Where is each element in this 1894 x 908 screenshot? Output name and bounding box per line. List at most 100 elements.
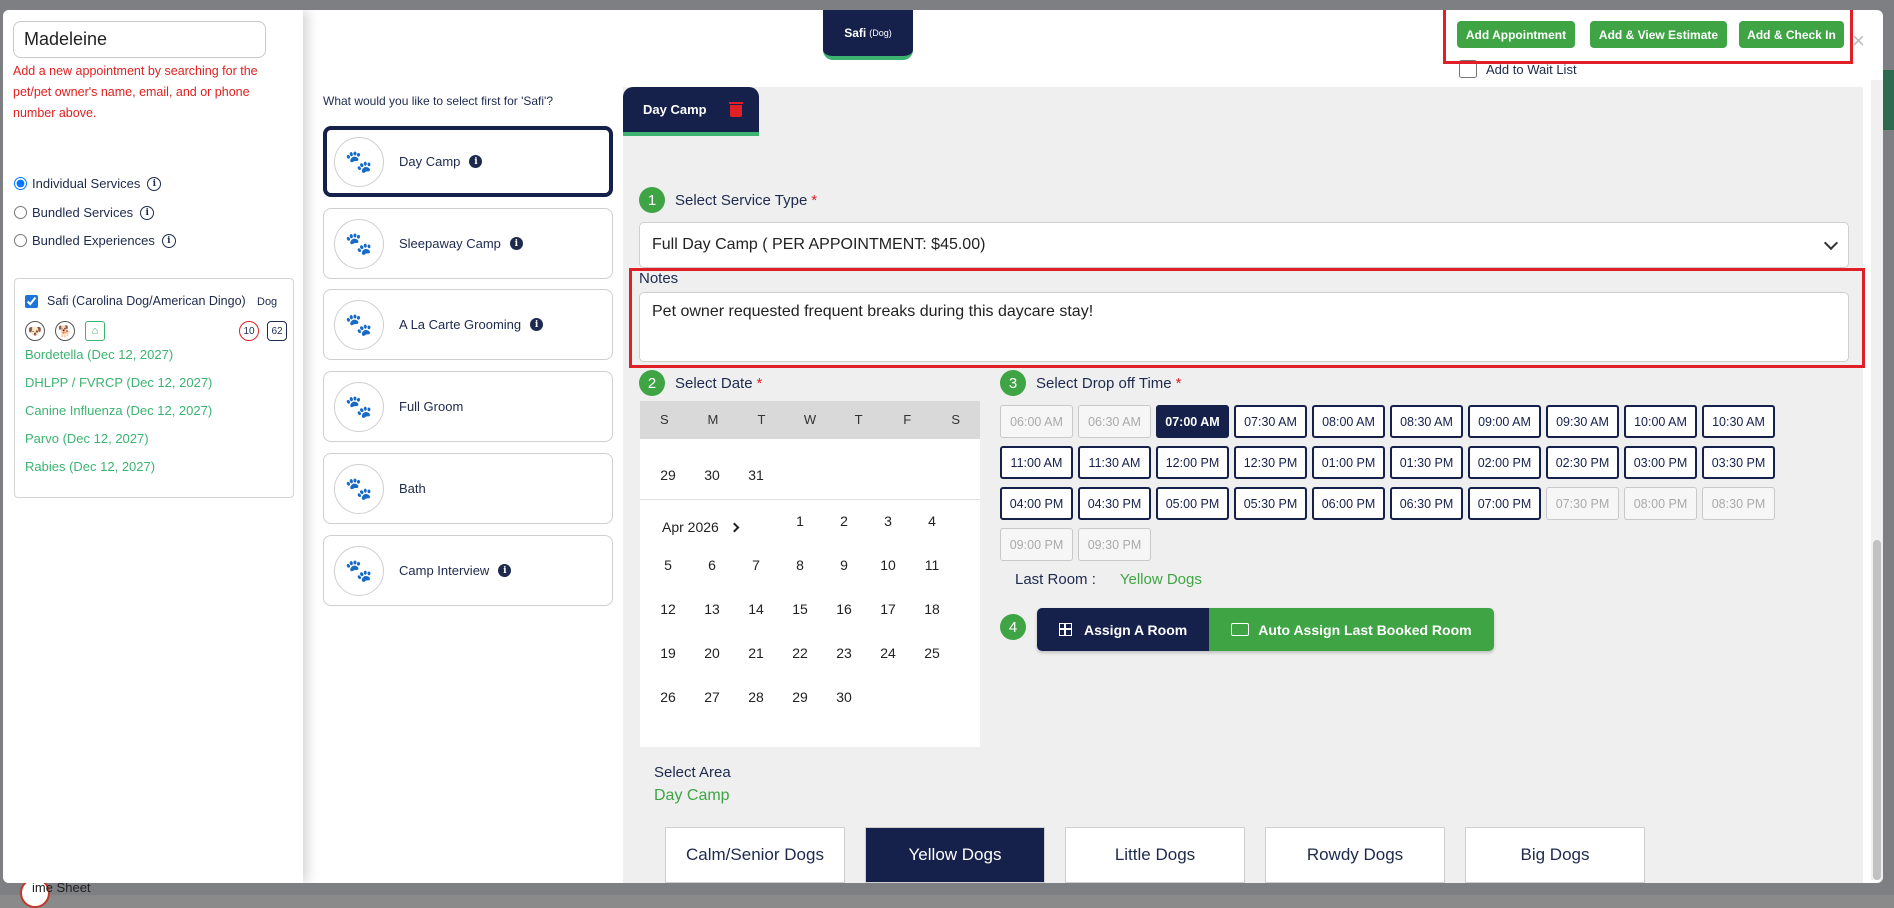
trash-icon[interactable] bbox=[728, 102, 743, 117]
calendar-day[interactable]: 30 bbox=[822, 675, 866, 719]
time-slot-button[interactable]: 01:00 PM bbox=[1312, 446, 1385, 479]
calendar-day[interactable]: 27 bbox=[690, 675, 734, 719]
time-slot-button[interactable]: 11:30 AM bbox=[1078, 446, 1151, 479]
mode-experiences-radio[interactable] bbox=[14, 234, 27, 247]
calendar-day[interactable]: 17 bbox=[866, 587, 910, 631]
time-slot-button[interactable]: 06:00 PM bbox=[1312, 487, 1385, 520]
calendar-day[interactable]: 29 bbox=[646, 453, 690, 497]
room-tab-little-dogs[interactable]: Little Dogs bbox=[1065, 827, 1245, 883]
mode-bundled-experiences[interactable]: Bundled Experiences i bbox=[14, 233, 176, 248]
service-day-camp[interactable]: 🐾 Day Camp i bbox=[323, 126, 613, 197]
calendar-day[interactable]: 14 bbox=[734, 587, 778, 631]
calendar-day[interactable]: 1 bbox=[778, 499, 822, 543]
time-slot-button[interactable]: 10:00 AM bbox=[1624, 405, 1697, 438]
calendar-day[interactable]: 28 bbox=[734, 675, 778, 719]
calendar-day[interactable]: 18 bbox=[910, 587, 954, 631]
service-bath[interactable]: 🐾 Bath bbox=[323, 453, 613, 524]
service-type-select[interactable]: Full Day Camp ( PER APPOINTMENT: $45.00) bbox=[639, 222, 1849, 268]
info-icon[interactable]: i bbox=[530, 318, 544, 331]
time-slot-button[interactable]: 04:30 PM bbox=[1078, 487, 1151, 520]
main-scrollbar[interactable] bbox=[1871, 80, 1883, 880]
time-slot-button[interactable]: 03:30 PM bbox=[1702, 446, 1775, 479]
time-slot-button[interactable]: 08:00 AM bbox=[1312, 405, 1385, 438]
calendar-day[interactable]: 7 bbox=[734, 543, 778, 587]
time-slot-button[interactable]: 11:00 AM bbox=[1000, 446, 1073, 479]
mode-individual-radio[interactable] bbox=[14, 177, 27, 190]
time-slot-button[interactable]: 09:30 AM bbox=[1546, 405, 1619, 438]
calendar-day[interactable]: 8 bbox=[778, 543, 822, 587]
info-icon[interactable]: i bbox=[509, 237, 523, 250]
scroll-thumb[interactable] bbox=[1873, 540, 1881, 880]
service-camp-interview[interactable]: 🐾 Camp Interview i bbox=[323, 535, 613, 606]
calendar-day[interactable]: 3 bbox=[866, 499, 910, 543]
calendar-day[interactable]: 6 bbox=[690, 543, 734, 587]
calendar-day[interactable]: 16 bbox=[822, 587, 866, 631]
calendar-day[interactable]: 30 bbox=[690, 453, 734, 497]
time-slot-button[interactable]: 06:30 PM bbox=[1390, 487, 1463, 520]
calendar-day[interactable]: 9 bbox=[822, 543, 866, 587]
calendar-day[interactable]: 4 bbox=[910, 499, 954, 543]
service-full-groom[interactable]: 🐾 Full Groom bbox=[323, 371, 613, 442]
wait-list-checkbox[interactable] bbox=[1459, 60, 1477, 78]
calendar-day[interactable]: 11 bbox=[910, 543, 954, 587]
mode-individual-services[interactable]: Individual Services i bbox=[14, 176, 162, 191]
info-icon[interactable]: i bbox=[161, 233, 176, 248]
time-slot-button[interactable]: 05:30 PM bbox=[1234, 487, 1307, 520]
assign-room-button[interactable]: Assign A Room bbox=[1037, 608, 1210, 651]
notes-textarea[interactable] bbox=[639, 292, 1849, 362]
pet-checkbox[interactable] bbox=[25, 294, 38, 308]
auto-assign-room-button[interactable]: Auto Assign Last Booked Room bbox=[1209, 608, 1494, 651]
room-tab-calm-senior[interactable]: Calm/Senior Dogs bbox=[665, 827, 845, 883]
time-slot-button[interactable]: 03:00 PM bbox=[1624, 446, 1697, 479]
pet-tab[interactable]: Safi (Dog) bbox=[823, 10, 913, 60]
service-tab-day-camp[interactable]: Day Camp bbox=[623, 87, 759, 136]
calendar-month[interactable]: Apr 2026 bbox=[662, 519, 740, 535]
calendar-day[interactable]: 20 bbox=[690, 631, 734, 675]
time-slot-button[interactable]: 08:30 AM bbox=[1390, 405, 1463, 438]
calendar-day[interactable]: 22 bbox=[778, 631, 822, 675]
calendar-day[interactable]: 12 bbox=[646, 587, 690, 631]
info-icon[interactable]: i bbox=[147, 176, 162, 191]
calendar-day[interactable]: 2 bbox=[822, 499, 866, 543]
time-slot-button[interactable]: 01:30 PM bbox=[1390, 446, 1463, 479]
time-slot-button[interactable]: 02:30 PM bbox=[1546, 446, 1619, 479]
time-slot-button[interactable]: 07:00 AM bbox=[1156, 405, 1229, 438]
pet-search-input[interactable] bbox=[13, 21, 266, 58]
service-a-la-carte-grooming[interactable]: 🐾 A La Carte Grooming i bbox=[323, 289, 613, 360]
pet-select[interactable]: Safi (Carolina Dog/American Dingo) bbox=[25, 294, 246, 308]
wait-list-toggle[interactable]: Add to Wait List bbox=[1459, 60, 1577, 78]
time-slot-button[interactable]: 04:00 PM bbox=[1000, 487, 1073, 520]
calendar-day[interactable]: 5 bbox=[646, 543, 690, 587]
mode-bundled-radio[interactable] bbox=[14, 206, 27, 219]
chevron-right-icon[interactable] bbox=[729, 522, 740, 532]
time-slot-button[interactable]: 12:00 PM bbox=[1156, 446, 1229, 479]
time-slot-button[interactable]: 10:30 AM bbox=[1702, 405, 1775, 438]
calendar-day[interactable]: 25 bbox=[910, 631, 954, 675]
mode-bundled-services[interactable]: Bundled Services i bbox=[14, 205, 155, 220]
time-slot-button[interactable]: 09:00 AM bbox=[1468, 405, 1541, 438]
info-icon[interactable]: i bbox=[498, 564, 512, 577]
calendar-day[interactable]: 23 bbox=[822, 631, 866, 675]
info-icon[interactable]: i bbox=[140, 205, 155, 220]
calendar-day[interactable]: 31 bbox=[734, 453, 778, 497]
room-tab-big-dogs[interactable]: Big Dogs bbox=[1465, 827, 1645, 883]
calendar-day[interactable]: 24 bbox=[866, 631, 910, 675]
add-view-estimate-button[interactable]: Add & View Estimate bbox=[1590, 21, 1727, 48]
add-check-in-button[interactable]: Add & Check In bbox=[1739, 21, 1844, 48]
time-slot-button[interactable]: 05:00 PM bbox=[1156, 487, 1229, 520]
time-slot-button[interactable]: 07:00 PM bbox=[1468, 487, 1541, 520]
service-sleepaway-camp[interactable]: 🐾 Sleepaway Camp i bbox=[323, 208, 613, 279]
time-slot-button[interactable]: 02:00 PM bbox=[1468, 446, 1541, 479]
add-appointment-button[interactable]: Add Appointment bbox=[1457, 21, 1575, 48]
calendar-day[interactable]: 19 bbox=[646, 631, 690, 675]
calendar-day[interactable]: 26 bbox=[646, 675, 690, 719]
calendar-day[interactable]: 13 bbox=[690, 587, 734, 631]
time-slot-button[interactable]: 07:30 AM bbox=[1234, 405, 1307, 438]
calendar-day[interactable]: 15 bbox=[778, 587, 822, 631]
time-slot-button[interactable]: 12:30 PM bbox=[1234, 446, 1307, 479]
room-tab-rowdy-dogs[interactable]: Rowdy Dogs bbox=[1265, 827, 1445, 883]
close-icon[interactable]: × bbox=[1852, 28, 1865, 54]
calendar-day[interactable]: 29 bbox=[778, 675, 822, 719]
room-tab-yellow-dogs[interactable]: Yellow Dogs bbox=[865, 827, 1045, 883]
info-icon[interactable]: i bbox=[469, 155, 483, 168]
